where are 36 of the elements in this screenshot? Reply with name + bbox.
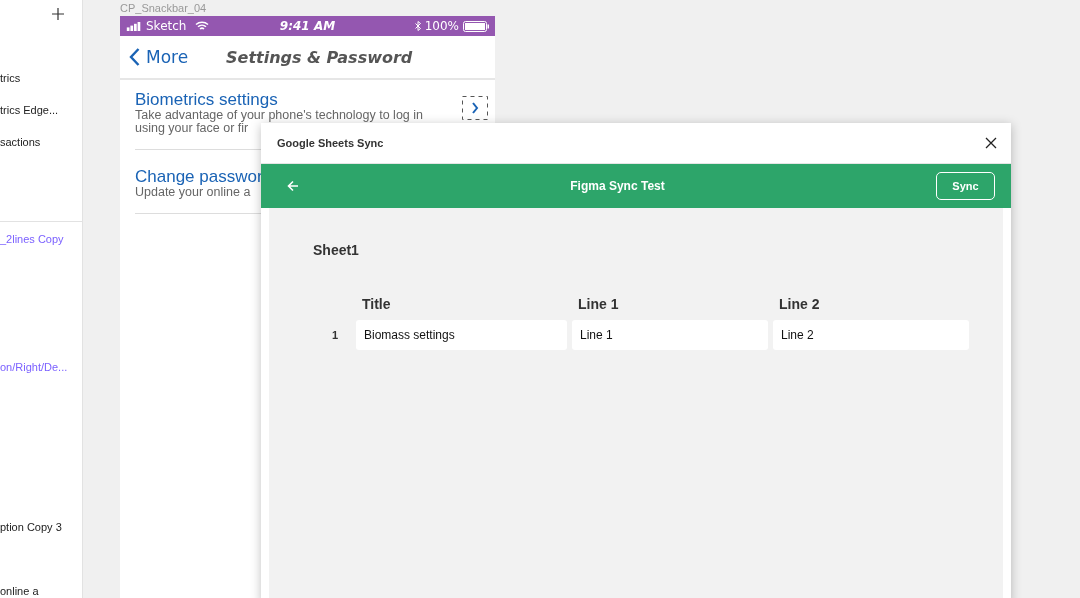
carrier-label: Sketch <box>146 19 187 33</box>
sheet-name: Sheet1 <box>313 242 360 258</box>
chevron-icon[interactable] <box>462 96 488 120</box>
table-cell[interactable]: Line 2 <box>773 320 969 350</box>
battery-percent: 100% <box>424 19 459 33</box>
layer-item[interactable]: on/Right/De... <box>0 360 82 374</box>
item-description: using your face or fir <box>135 122 249 135</box>
screen-title: Settings & Password <box>226 47 413 67</box>
column-header: Line 2 <box>778 296 821 312</box>
settings-item-title[interactable]: Change passwor <box>135 167 263 186</box>
back-link[interactable]: More <box>120 47 226 67</box>
window-title: Google Sheets Sync <box>277 137 384 149</box>
layer-item[interactable]: trics Edge... <box>0 102 82 117</box>
row-number: 1 <box>330 329 340 341</box>
layer-item[interactable]: ption Copy 3 <box>0 520 82 534</box>
status-time: 9:41 AM <box>279 19 336 33</box>
close-icon[interactable] <box>985 137 997 149</box>
back-chevron-icon[interactable] <box>129 48 140 66</box>
settings-item-title[interactable]: Biometrics settings <box>135 90 278 109</box>
sheet-title: Figma Sync Test <box>570 179 665 193</box>
add-icon[interactable] <box>52 8 64 20</box>
layer-item[interactable]: online a <box>0 584 82 598</box>
layer-item[interactable]: trics <box>0 70 82 85</box>
signal-icon <box>126 21 142 31</box>
battery-icon <box>463 20 489 32</box>
column-header: Title <box>361 296 392 312</box>
column-header: Line 1 <box>577 296 620 312</box>
wifi-icon <box>195 21 210 31</box>
layer-item[interactable]: sactions <box>0 134 82 149</box>
bluetooth-icon <box>414 21 421 31</box>
item-description: Take advantage of your phone's technology to log in <box>135 109 423 122</box>
back-arrow-icon[interactable] <box>287 180 299 192</box>
table-cell[interactable]: Line 1 <box>572 320 768 350</box>
item-description: Update your online a <box>135 186 251 199</box>
table-cell[interactable]: Biomass settings <box>356 320 567 350</box>
layer-item[interactable]: _2lines Copy <box>0 232 82 246</box>
